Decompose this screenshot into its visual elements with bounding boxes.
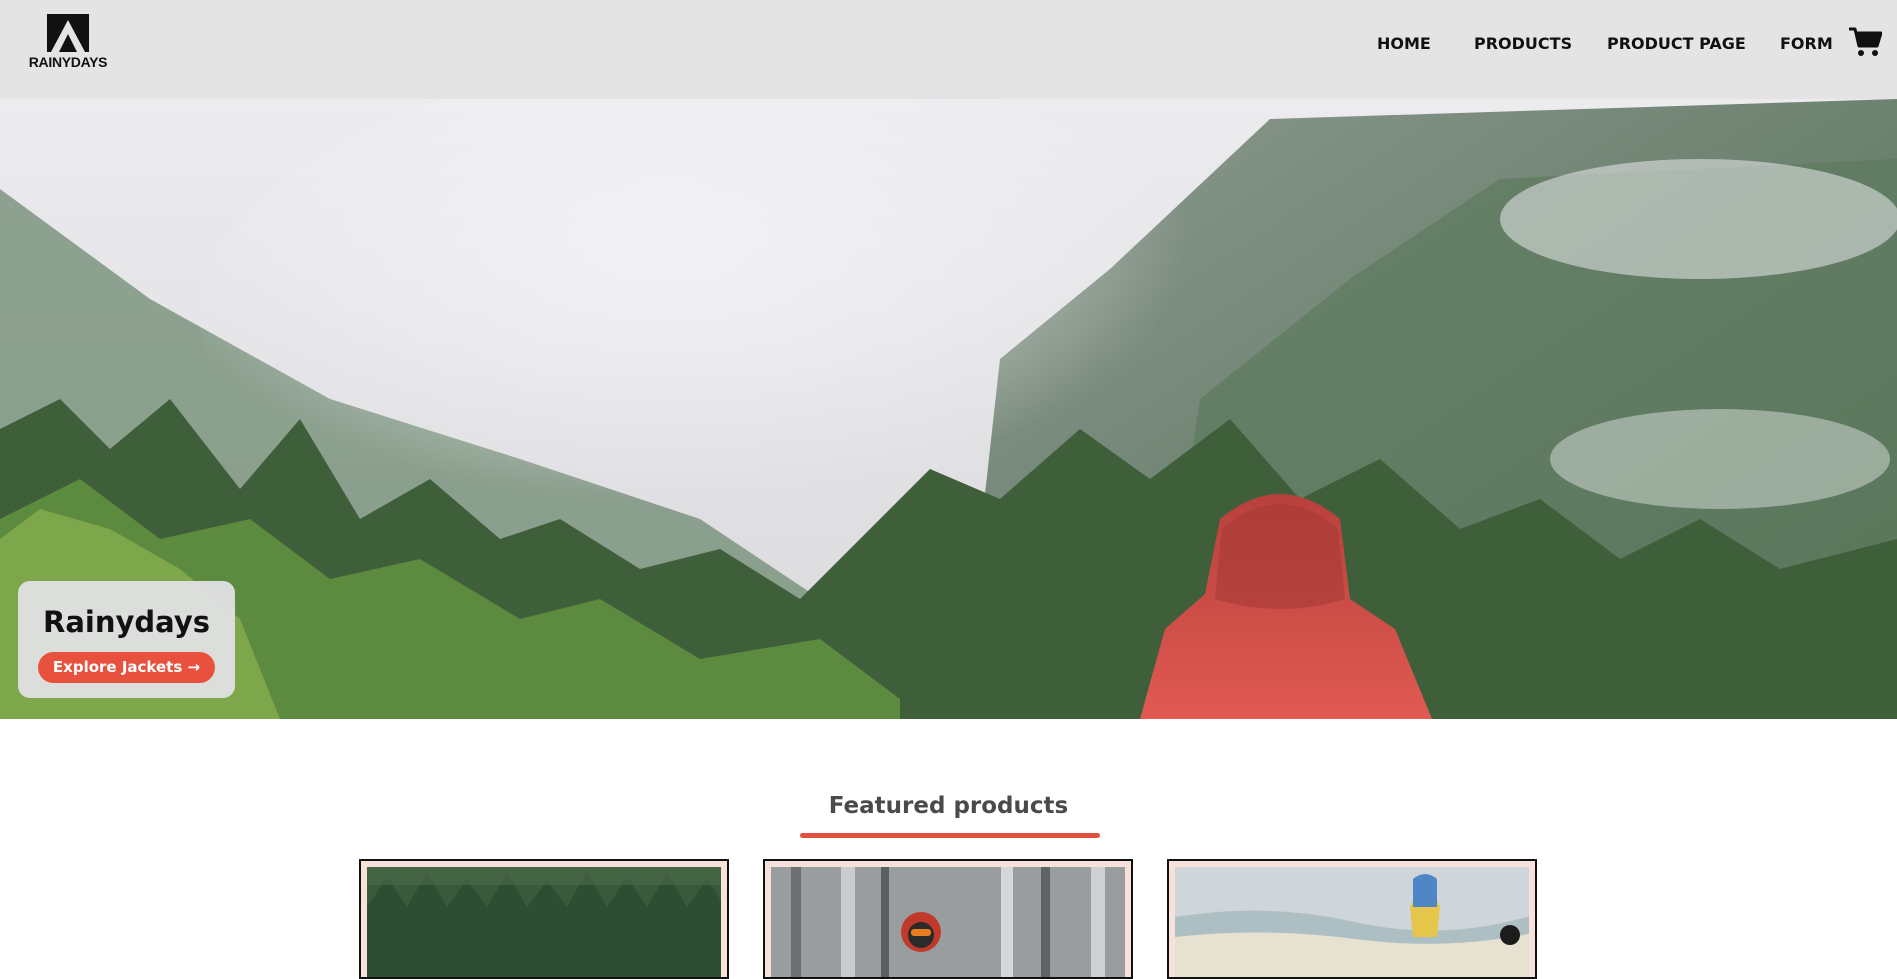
featured-products-title: Featured products <box>828 793 1069 819</box>
rainydays-logo[interactable]: RAINYDAYS <box>20 14 116 72</box>
explore-jackets-button[interactable]: Explore Jackets → <box>38 652 215 683</box>
misty-mountain-hero-image <box>0 99 1897 719</box>
beach-surf-person-image <box>1175 867 1529 977</box>
nav-home[interactable]: HOME <box>1377 34 1431 53</box>
hero-card: Rainydays Explore Jackets → <box>18 581 235 698</box>
logo-text: RAINYDAYS <box>28 54 108 70</box>
forest-product-image <box>367 867 721 977</box>
cart-icon[interactable] <box>1848 26 1883 58</box>
product-card[interactable] <box>1167 859 1537 979</box>
hero-title: Rainydays <box>43 605 210 639</box>
nav-product-page[interactable]: PRODUCT PAGE <box>1607 34 1746 53</box>
featured-title-underline <box>800 833 1100 838</box>
hero-banner: Rainydays Explore Jackets → <box>0 99 1897 719</box>
site-header: RAINYDAYS HOME PRODUCTS PRODUCT PAGE FOR… <box>0 0 1897 99</box>
mountain-logo-icon <box>47 14 89 52</box>
snow-forest-person-image <box>771 867 1125 977</box>
nav-form[interactable]: FORM <box>1780 34 1833 53</box>
product-card[interactable] <box>763 859 1133 979</box>
product-card[interactable] <box>359 859 729 979</box>
nav-products[interactable]: PRODUCTS <box>1474 34 1572 53</box>
